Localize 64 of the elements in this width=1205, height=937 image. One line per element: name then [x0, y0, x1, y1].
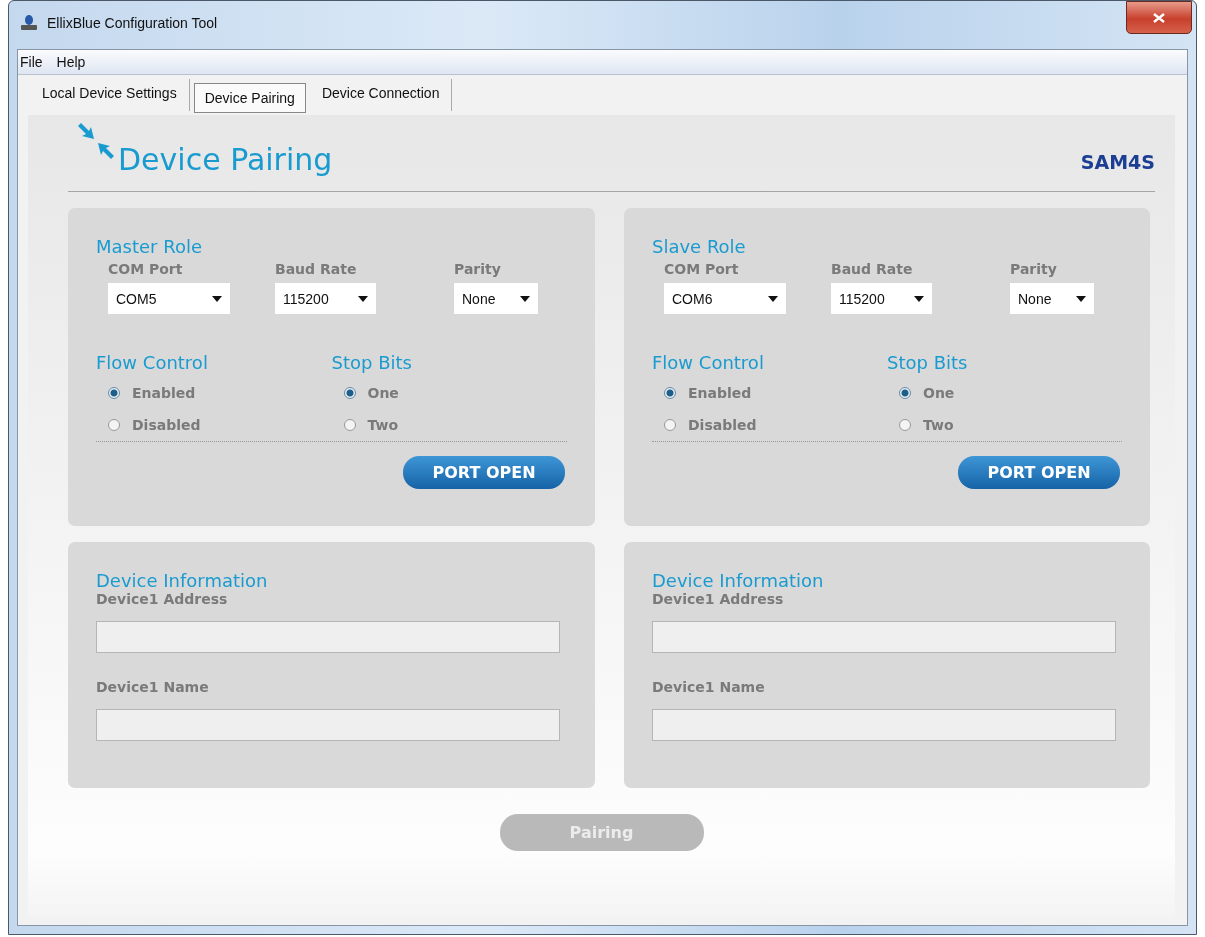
radio-button[interactable] — [343, 387, 356, 399]
field-label: Parity — [1010, 261, 1058, 277]
tab[interactable]: Device Connection — [309, 79, 453, 111]
section-heading: Stop Bits — [887, 352, 969, 373]
caret-icon — [212, 295, 222, 302]
port-open-button[interactable]: PORT OPEN — [958, 456, 1120, 489]
radio-button[interactable] — [664, 387, 676, 399]
radio-button[interactable] — [664, 419, 676, 431]
section-heading: Slave Role — [652, 236, 747, 257]
dropdown[interactable]: 115200 — [275, 283, 376, 314]
close-button[interactable] — [1126, 1, 1192, 34]
page-title: Device Pairing — [118, 142, 333, 177]
caret-icon — [1076, 295, 1086, 302]
field-label: Device1 Name — [652, 679, 766, 695]
radio-label: Two — [923, 417, 954, 433]
input-field[interactable] — [96, 709, 560, 741]
field-label: Baud Rate — [831, 261, 914, 277]
section-heading: Flow Control — [652, 352, 765, 373]
field-label: COM Port — [108, 261, 184, 277]
radio-label: Enabled — [132, 385, 196, 401]
input-field[interactable] — [652, 709, 1116, 741]
radio-button[interactable] — [108, 387, 120, 399]
dropdown[interactable]: None — [1010, 283, 1094, 314]
radio-button[interactable] — [899, 387, 911, 399]
port-open-button[interactable]: PORT OPEN — [403, 456, 565, 489]
arrows-icon — [78, 123, 114, 159]
caret-icon — [768, 295, 778, 302]
logo: SAM4S — [1080, 151, 1155, 173]
caret-icon — [520, 295, 530, 302]
input-field[interactable] — [96, 621, 560, 653]
caret-icon — [358, 295, 368, 302]
section-heading: Master Role — [96, 236, 203, 257]
close-icon — [1153, 12, 1165, 23]
field-label: Device1 Name — [96, 679, 210, 695]
menu-item[interactable]: File — [20, 54, 43, 70]
radio-button[interactable] — [108, 419, 120, 431]
radio-label: One — [923, 385, 955, 401]
window-title: EllixBlue Configuration Tool — [47, 15, 218, 31]
radio-label: Disabled — [132, 417, 201, 433]
caret-icon — [914, 295, 924, 302]
section-heading: Device Information — [96, 570, 269, 591]
radio-label: One — [367, 385, 399, 401]
dropdown[interactable]: COM5 — [108, 283, 230, 314]
menu-item[interactable]: Help — [56, 54, 86, 70]
section-heading: Stop Bits — [331, 352, 413, 373]
input-field[interactable] — [652, 621, 1116, 653]
radio-label: Disabled — [688, 417, 757, 433]
tab[interactable]: Local Device Settings — [30, 79, 190, 111]
dropdown[interactable]: COM6 — [664, 283, 786, 314]
field-label: Baud Rate — [275, 261, 358, 277]
section-heading: Flow Control — [96, 352, 209, 373]
radio-button[interactable] — [899, 419, 911, 431]
field-label: Parity — [454, 261, 502, 277]
tab[interactable]: Device Pairing — [193, 83, 306, 113]
dropdown[interactable]: None — [454, 283, 538, 314]
radio-button[interactable] — [343, 419, 356, 431]
dropdown[interactable]: 115200 — [831, 283, 932, 314]
radio-label: Enabled — [688, 385, 752, 401]
field-label: COM Port — [664, 261, 740, 277]
section-heading: Device Information — [652, 570, 825, 591]
app-icon — [19, 14, 39, 32]
field-label: Device1 Address — [652, 591, 785, 607]
field-label: Device1 Address — [96, 591, 229, 607]
radio-label: Two — [367, 417, 399, 433]
